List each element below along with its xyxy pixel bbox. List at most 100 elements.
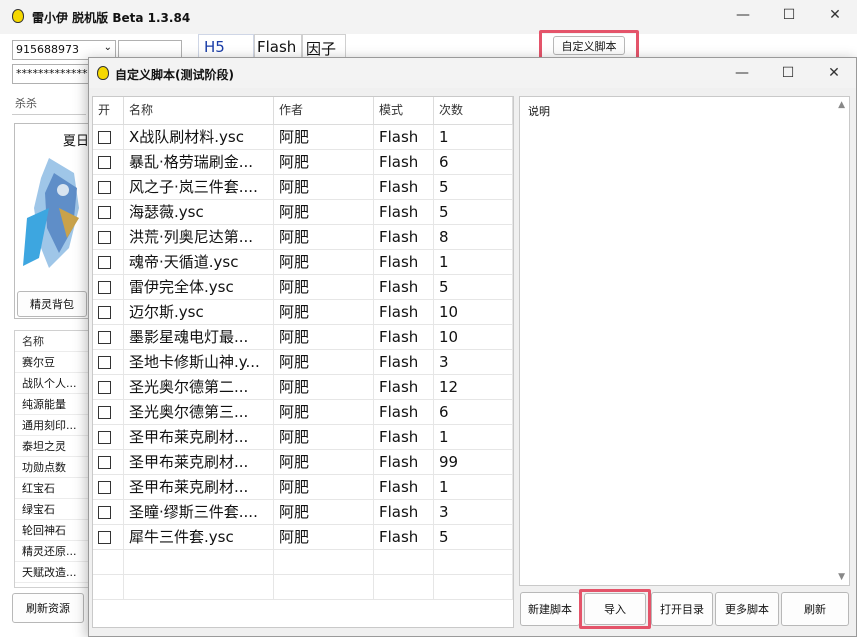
column-header-enabled[interactable]: 开 [93, 97, 124, 125]
description-panel[interactable]: 说明 ▲ ▼ [519, 96, 850, 586]
cell-author: 阿肥 [274, 450, 374, 475]
enable-checkbox[interactable] [98, 456, 111, 469]
dialog-close-icon[interactable]: ✕ [811, 58, 857, 88]
enable-checkbox[interactable] [98, 231, 111, 244]
column-header-author[interactable]: 作者 [274, 97, 374, 125]
list-item[interactable]: 轮回神石 [15, 520, 89, 541]
list-item[interactable]: 纯源能量 [15, 394, 89, 415]
open-directory-button[interactable]: 打开目录 [651, 592, 713, 626]
cell-count: 99 [434, 450, 513, 475]
cell-mode: Flash [374, 400, 434, 425]
column-header-mode[interactable]: 模式 [374, 97, 434, 125]
cell-mode: Flash [374, 350, 434, 375]
dialog-maximize-icon[interactable]: ☐ [765, 58, 811, 88]
table-row[interactable]: X战队刷材料.ysc 阿肥 Flash 1 [93, 125, 513, 150]
list-item[interactable]: 天赋改造... [15, 562, 89, 583]
list-item[interactable]: 精灵还原... [15, 541, 89, 562]
minimize-icon[interactable]: — [720, 0, 766, 30]
cell-count: 1 [434, 125, 513, 150]
cell-count: 3 [434, 350, 513, 375]
enable-checkbox[interactable] [98, 156, 111, 169]
cell-name: 圣光奥尔德第二... [124, 375, 274, 400]
refresh-resources-button[interactable]: 刷新资源 [12, 593, 84, 623]
enable-cell [93, 525, 124, 550]
enable-checkbox[interactable] [98, 506, 111, 519]
table-row[interactable]: 雷伊完全体.ysc 阿肥 Flash 5 [93, 275, 513, 300]
table-row[interactable]: 洪荒·列奥尼达第... 阿肥 Flash 8 [93, 225, 513, 250]
maximize-icon[interactable]: ☐ [766, 0, 812, 30]
cell-author: 阿肥 [274, 200, 374, 225]
cell-author: 阿肥 [274, 225, 374, 250]
enable-checkbox[interactable] [98, 531, 111, 544]
password-field[interactable]: ************** [12, 64, 92, 84]
table-row[interactable]: 风之子·岚三件套.... 阿肥 Flash 5 [93, 175, 513, 200]
chevron-down-icon: ⌄ [103, 42, 112, 53]
scroll-up-icon[interactable]: ▲ [838, 100, 845, 110]
table-row[interactable] [93, 575, 513, 600]
pet-card: 夏日 精灵背包 [14, 123, 90, 319]
pet-bag-button[interactable]: 精灵背包 [17, 291, 87, 317]
enable-cell [93, 500, 124, 525]
list-item[interactable]: 功勋点数 [15, 457, 89, 478]
close-icon[interactable]: ✕ [812, 0, 857, 30]
table-row[interactable]: 圣光奥尔德第二... 阿肥 Flash 12 [93, 375, 513, 400]
enable-checkbox[interactable] [98, 331, 111, 344]
enable-checkbox[interactable] [98, 381, 111, 394]
cell-count: 1 [434, 250, 513, 275]
cell-name: 洪荒·列奥尼达第... [124, 225, 274, 250]
enable-cell [93, 450, 124, 475]
enable-checkbox[interactable] [98, 281, 111, 294]
cell-author: 阿肥 [274, 525, 374, 550]
cell-author: 阿肥 [274, 125, 374, 150]
divider [12, 114, 86, 115]
table-row[interactable]: 墨影星魂电灯最... 阿肥 Flash 10 [93, 325, 513, 350]
cell-mode [374, 550, 434, 575]
enable-cell [93, 225, 124, 250]
import-button[interactable]: 导入 [584, 593, 646, 625]
cell-name: 迈尔斯.ysc [124, 300, 274, 325]
enable-cell [93, 200, 124, 225]
enable-checkbox[interactable] [98, 406, 111, 419]
table-row[interactable]: 圣甲布莱克刷材... 阿肥 Flash 99 [93, 450, 513, 475]
table-row[interactable]: 圣光奥尔德第三... 阿肥 Flash 6 [93, 400, 513, 425]
list-item[interactable]: 绿宝石 [15, 499, 89, 520]
table-row[interactable]: 圣地卡修斯山神.y... 阿肥 Flash 3 [93, 350, 513, 375]
table-row[interactable]: 暴乱·格劳瑞刷金... 阿肥 Flash 6 [93, 150, 513, 175]
table-row[interactable]: 圣甲布莱克刷材... 阿肥 Flash 1 [93, 475, 513, 500]
cell-author: 阿肥 [274, 475, 374, 500]
list-item[interactable]: 战队个人... [15, 373, 89, 394]
cell-author: 阿肥 [274, 400, 374, 425]
scroll-down-icon[interactable]: ▼ [838, 572, 845, 582]
list-item[interactable]: 泰坦之灵 [15, 436, 89, 457]
enable-checkbox[interactable] [98, 181, 111, 194]
more-scripts-button[interactable]: 更多脚本 [715, 592, 779, 626]
enable-checkbox[interactable] [98, 256, 111, 269]
dialog-minimize-icon[interactable]: — [719, 58, 765, 88]
cell-count: 5 [434, 525, 513, 550]
column-header-name[interactable]: 名称 [124, 97, 274, 125]
column-header-count[interactable]: 次数 [434, 97, 513, 125]
table-row[interactable]: 海瑟薇.ysc 阿肥 Flash 5 [93, 200, 513, 225]
cell-count: 1 [434, 475, 513, 500]
table-row[interactable]: 犀牛三件套.ysc 阿肥 Flash 5 [93, 525, 513, 550]
table-row[interactable] [93, 550, 513, 575]
table-row[interactable]: 魂帝·天循道.ysc 阿肥 Flash 1 [93, 250, 513, 275]
table-row[interactable]: 迈尔斯.ysc 阿肥 Flash 10 [93, 300, 513, 325]
cell-mode: Flash [374, 375, 434, 400]
enable-checkbox[interactable] [98, 206, 111, 219]
enable-checkbox[interactable] [98, 481, 111, 494]
enable-checkbox[interactable] [98, 431, 111, 444]
list-item[interactable]: 赛尔豆 [15, 352, 89, 373]
cell-count: 12 [434, 375, 513, 400]
table-row[interactable]: 圣瞳·缪斯三件套.... 阿肥 Flash 3 [93, 500, 513, 525]
enable-checkbox[interactable] [98, 131, 111, 144]
table-row[interactable]: 圣甲布莱克刷材... 阿肥 Flash 1 [93, 425, 513, 450]
custom-script-button[interactable]: 自定义脚本 [553, 36, 625, 55]
new-script-button[interactable]: 新建脚本 [520, 592, 580, 626]
refresh-button[interactable]: 刷新 [781, 592, 849, 626]
list-item[interactable]: 通用刻印... [15, 415, 89, 436]
cell-count: 5 [434, 175, 513, 200]
enable-checkbox[interactable] [98, 306, 111, 319]
enable-checkbox[interactable] [98, 356, 111, 369]
list-item[interactable]: 红宝石 [15, 478, 89, 499]
